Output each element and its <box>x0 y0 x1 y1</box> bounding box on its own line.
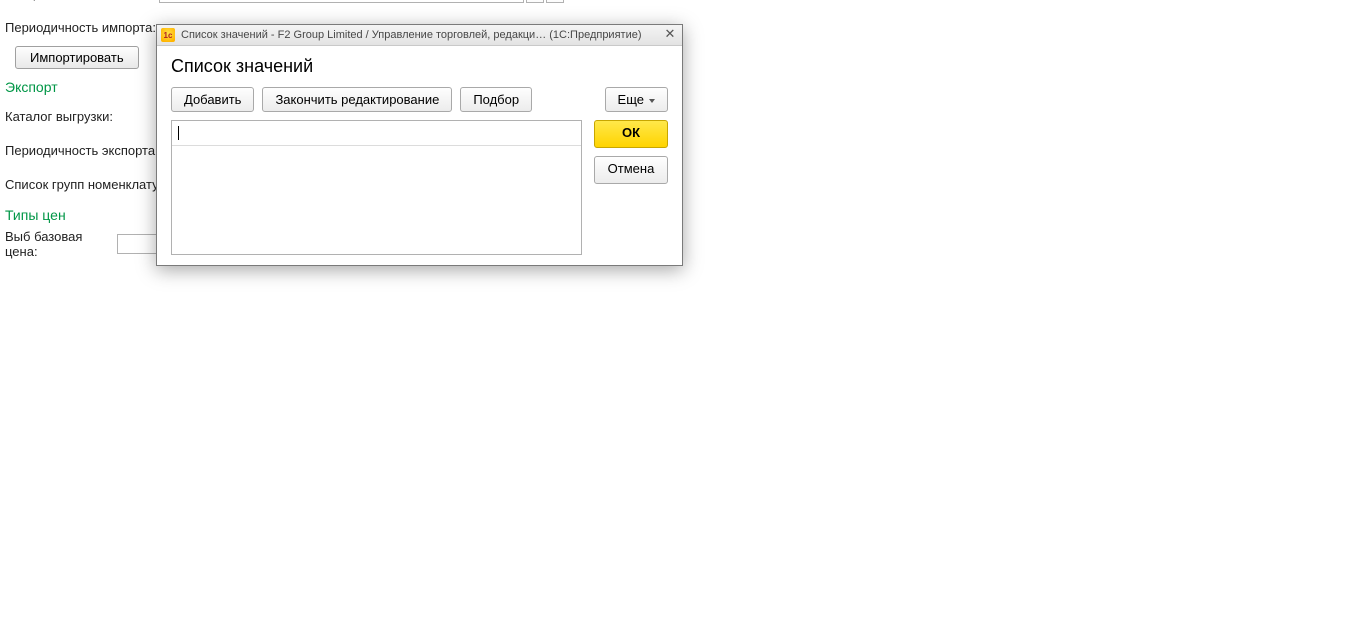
pick-button[interactable]: Подбор <box>460 87 532 112</box>
contragent-input[interactable] <box>159 0 524 3</box>
value-list-box[interactable] <box>171 120 582 255</box>
dialog-body: Список значений Добавить Закончить редак… <box>157 46 682 265</box>
text-caret-icon <box>178 126 179 140</box>
close-icon[interactable]: ✕ <box>662 28 678 42</box>
import-period-label: Периодичность импорта: <box>5 20 159 35</box>
ok-button[interactable]: ОК <box>594 120 668 148</box>
export-period-label: Периодичность экспорта <box>5 143 155 158</box>
dialog-heading: Список значений <box>171 56 668 77</box>
dialog-title-text: Список значений - F2 Group Limited / Упр… <box>181 29 662 41</box>
app-1c-icon: 1с <box>161 28 175 42</box>
nomenclature-groups-label: Список групп номенклату <box>5 177 159 192</box>
more-button[interactable]: Еще <box>605 87 668 112</box>
contragent-label: Контрагент: <box>5 0 159 1</box>
add-button[interactable]: Добавить <box>171 87 254 112</box>
value-list-dialog: 1с Список значений - F2 Group Limited / … <box>156 24 683 266</box>
cancel-button[interactable]: Отмена <box>594 156 668 184</box>
finish-editing-button[interactable]: Закончить редактирование <box>262 87 452 112</box>
contragent-clear-button[interactable] <box>546 0 564 3</box>
dialog-toolbar: Добавить Закончить редактирование Подбор… <box>171 87 668 112</box>
value-list-edit-row[interactable] <box>172 121 581 146</box>
dialog-titlebar[interactable]: 1с Список значений - F2 Group Limited / … <box>157 25 682 46</box>
base-price-label: Выб базовая цена: <box>5 229 117 259</box>
export-catalog-label: Каталог выгрузки: <box>5 109 159 124</box>
import-button[interactable]: Импортировать <box>15 46 139 69</box>
contragent-open-button[interactable] <box>526 0 544 3</box>
